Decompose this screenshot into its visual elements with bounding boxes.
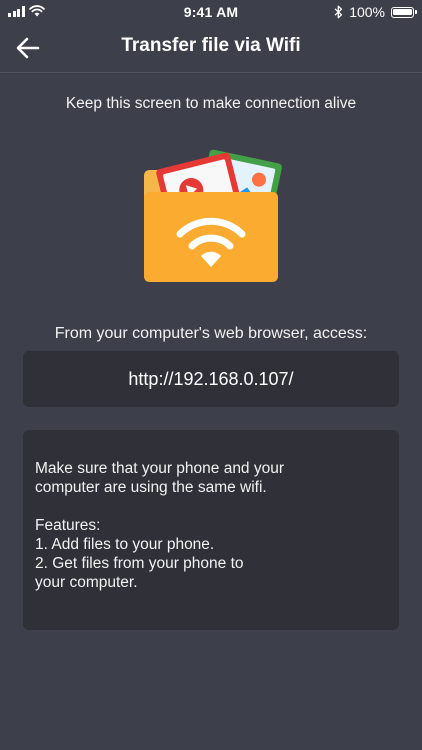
battery-percent: 100% <box>349 4 385 20</box>
keep-alive-text: Keep this screen to make connection aliv… <box>65 95 357 112</box>
status-right: 100% <box>334 4 417 20</box>
feature-2-line-2: your computer. <box>35 574 138 591</box>
wifi-folder-icon <box>140 142 282 284</box>
info-line-2: computer are using the same wifi. <box>35 479 267 496</box>
nav-bar: Transfer file via Wifi <box>0 24 422 73</box>
battery-icon <box>391 6 417 18</box>
features-heading: Features: <box>35 517 101 534</box>
info-box: Make sure that your phone and your compu… <box>23 430 399 630</box>
status-bar: 9:41 AM 100% <box>0 0 422 24</box>
page-title: Transfer file via Wifi <box>121 35 301 56</box>
server-url[interactable]: http://192.168.0.107/ <box>128 369 293 390</box>
info-line-1: Make sure that your phone and your <box>35 460 285 477</box>
bluetooth-icon <box>334 5 343 19</box>
feature-1: 1. Add files to your phone. <box>35 536 215 553</box>
access-label: From your computer's web browser, access… <box>54 325 368 342</box>
feature-2-line-1: 2. Get files from your phone to <box>35 555 244 572</box>
url-box[interactable]: http://192.168.0.107/ <box>23 351 399 407</box>
